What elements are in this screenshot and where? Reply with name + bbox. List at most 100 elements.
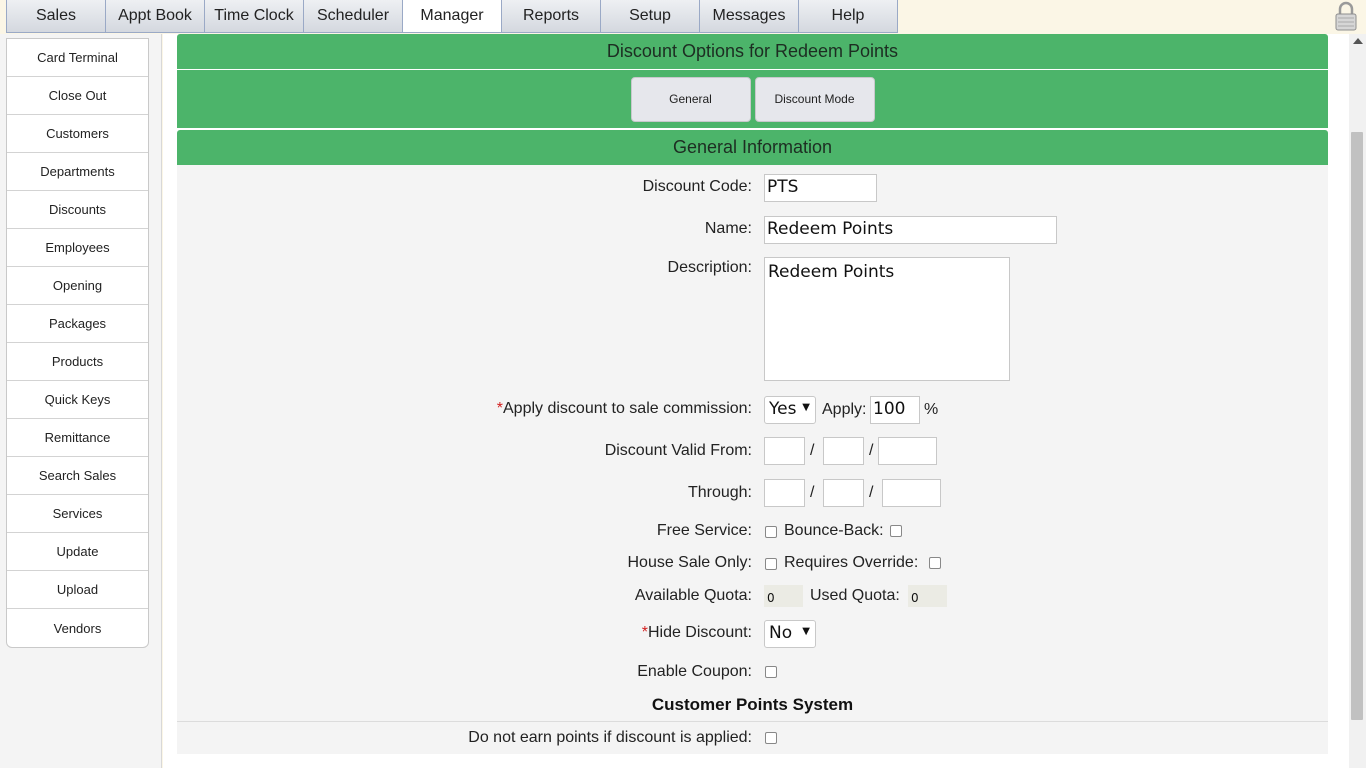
hide-discount-label: *Hide Discount: (642, 624, 752, 642)
sidebar-area: Card Terminal Close Out Customers Depart… (0, 34, 162, 768)
lock-icon[interactable] (1334, 0, 1358, 32)
scroll-thumb[interactable] (1351, 132, 1363, 720)
sidebar-item-employees[interactable]: Employees (7, 229, 148, 267)
used-quota-field: 0 (908, 585, 947, 607)
section-title: General Information (177, 130, 1328, 165)
through-year-input[interactable] (882, 479, 941, 507)
apply-label: Apply: (822, 401, 867, 418)
page-title: Discount Options for Redeem Points (177, 34, 1328, 69)
sidebar-menu: Card Terminal Close Out Customers Depart… (6, 38, 149, 648)
chevron-down-icon: ▼ (802, 402, 810, 413)
tab-messages[interactable]: Messages (699, 0, 799, 33)
sidebar-item-customers[interactable]: Customers (7, 115, 148, 153)
tab-sales[interactable]: Sales (6, 0, 106, 33)
top-tabs: Sales Appt Book Time Clock Scheduler Man… (6, 0, 898, 33)
apply-commission-row: *Apply discount to sale commission: Yes ▼… (177, 396, 1328, 426)
enable-coupon-row: Enable Coupon: (177, 660, 1328, 690)
bounce-back-checkbox[interactable] (890, 525, 902, 537)
tab-manager[interactable]: Manager (402, 0, 502, 33)
sidebar-item-packages[interactable]: Packages (7, 305, 148, 343)
description-textarea[interactable]: Redeem Points (764, 257, 1010, 381)
name-input[interactable]: Redeem Points (764, 216, 1057, 244)
bounce-back-label: Bounce-Back: (784, 522, 884, 539)
through-month-input[interactable] (764, 479, 805, 507)
general-button[interactable]: General (630, 76, 751, 122)
discount-mode-button[interactable]: Discount Mode (754, 76, 875, 122)
hide-discount-select[interactable]: No ▼ (764, 620, 816, 648)
sidebar-item-remittance[interactable]: Remittance (7, 419, 148, 457)
tab-help[interactable]: Help (798, 0, 898, 33)
valid-from-year-input[interactable] (878, 437, 937, 465)
date-separator: / (869, 442, 874, 459)
used-quota-label: Used Quota: (810, 587, 900, 604)
hide-discount-value: No (769, 623, 793, 643)
sidebar-item-quick-keys[interactable]: Quick Keys (7, 381, 148, 419)
through-row: Through: / / (177, 479, 1328, 509)
points-section-title: Customer Points System (651, 695, 854, 714)
sidebar-item-departments[interactable]: Departments (7, 153, 148, 191)
requires-override-checkbox[interactable] (929, 557, 941, 569)
name-label: Name: (704, 220, 752, 237)
valid-from-row: Discount Valid From: / / (177, 437, 1328, 467)
sidebar-item-close-out[interactable]: Close Out (7, 77, 148, 115)
general-form: Discount Code: PTS Name: Redeem Points D… (177, 165, 1328, 754)
enable-coupon-label: Enable Coupon: (637, 663, 752, 680)
description-label: Description: (667, 259, 752, 276)
tab-setup[interactable]: Setup (600, 0, 700, 33)
discount-code-input[interactable]: PTS (764, 174, 877, 202)
sidebar-item-opening[interactable]: Opening (7, 267, 148, 305)
date-separator: / (810, 442, 815, 459)
no-earn-points-label: Do not earn points if discount is applie… (468, 729, 752, 746)
percent-sign: % (924, 401, 939, 418)
sidebar-item-vendors[interactable]: Vendors (7, 609, 148, 647)
sidebar-item-search-sales[interactable]: Search Sales (7, 457, 148, 495)
sidebar-item-upload[interactable]: Upload (7, 571, 148, 609)
tab-appt-book[interactable]: Appt Book (105, 0, 205, 33)
name-row: Name: Redeem Points (177, 216, 1328, 246)
apply-commission-select[interactable]: Yes ▼ (764, 396, 816, 424)
enable-coupon-checkbox[interactable] (765, 666, 777, 678)
apply-commission-value: Yes (769, 399, 797, 419)
hide-discount-text: Hide Discount: (647, 624, 752, 641)
valid-from-day-input[interactable] (823, 437, 864, 465)
top-navigation: Sales Appt Book Time Clock Scheduler Man… (0, 0, 1366, 34)
discount-code-row: Discount Code: PTS (177, 174, 1328, 204)
description-row: Description: Redeem Points (177, 257, 1328, 383)
quota-row: Available Quota: 0 Used Quota: 0 (177, 584, 1328, 614)
sidebar-item-discounts[interactable]: Discounts (7, 191, 148, 229)
valid-from-month-input[interactable] (764, 437, 805, 465)
vertical-scrollbar[interactable] (1349, 34, 1366, 768)
free-service-label: Free Service: (656, 522, 752, 539)
through-day-input[interactable] (823, 479, 864, 507)
sidebar-item-products[interactable]: Products (7, 343, 148, 381)
requires-override-label: Requires Override: (784, 554, 919, 571)
chevron-down-icon: ▼ (802, 626, 810, 637)
house-sale-label: House Sale Only: (627, 554, 752, 571)
tab-reports[interactable]: Reports (501, 0, 601, 33)
main-content: Discount Options for Redeem Points Gener… (163, 34, 1349, 768)
scroll-up-arrow-icon[interactable] (1353, 38, 1363, 44)
free-service-row: Free Service: Bounce-Back: (177, 519, 1328, 549)
tab-scheduler[interactable]: Scheduler (303, 0, 403, 33)
tab-time-clock[interactable]: Time Clock (204, 0, 304, 33)
divider (177, 721, 1328, 722)
sidebar-item-update[interactable]: Update (7, 533, 148, 571)
apply-commission-label: *Apply discount to sale commission: (497, 400, 752, 418)
available-quota-field: 0 (764, 585, 803, 607)
no-earn-points-row: Do not earn points if discount is applie… (177, 726, 1328, 756)
discount-code-label: Discount Code: (642, 178, 752, 195)
sidebar-item-services[interactable]: Services (7, 495, 148, 533)
date-separator: / (810, 484, 815, 501)
sidebar-item-card-terminal[interactable]: Card Terminal (7, 39, 148, 77)
apply-percent-input[interactable]: 100 (870, 396, 920, 424)
house-sale-row: House Sale Only: Requires Override: (177, 551, 1328, 581)
mode-button-bar: General Discount Mode (177, 70, 1328, 128)
free-service-checkbox[interactable] (765, 526, 777, 538)
available-quota-label: Available Quota: (634, 587, 752, 604)
date-separator: / (869, 484, 874, 501)
through-label: Through: (687, 484, 752, 501)
no-earn-points-checkbox[interactable] (765, 732, 777, 744)
hide-discount-row: *Hide Discount: No ▼ (177, 620, 1328, 650)
house-sale-checkbox[interactable] (765, 558, 777, 570)
apply-commission-text: Apply discount to sale commission: (503, 400, 752, 417)
